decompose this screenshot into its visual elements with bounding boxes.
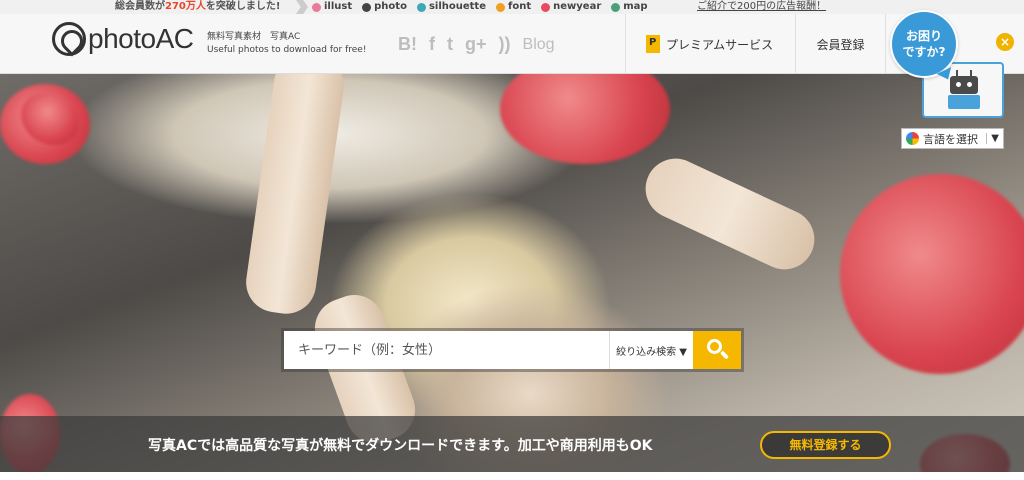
banner-message: 写真ACでは高品質な写真が無料でダウンロードできます。加工や商用利用もOK [148, 438, 653, 454]
help-text-line2: ですか? [902, 45, 946, 59]
petal-decoration [840, 174, 1024, 374]
search-icon-handle [719, 350, 730, 360]
site-link-font[interactable]: font [496, 0, 531, 14]
members-count: 270万人 [165, 1, 206, 12]
help-text-line1: お困り [905, 29, 942, 43]
site-label: photo [374, 1, 407, 12]
language-selector[interactable]: 言語を選択 ▼ [901, 128, 1004, 149]
sister-sites-nav: illust photo silhouette font newyear map [312, 0, 648, 14]
hero-image: 絞り込み検索 ▼ [0, 74, 1024, 472]
language-label: 言語を選択 [923, 132, 978, 146]
tagline: 無料写真素材 写真AC Useful photos to download fo… [207, 31, 366, 57]
logo-text-ac: AC [155, 23, 194, 54]
member-count-text: 総会員数が270万人を突破しました! [115, 0, 280, 14]
members-prefix: 総会員数が [115, 1, 165, 12]
map-icon [611, 2, 621, 12]
photo-icon [362, 2, 372, 12]
hero-arm-shape [635, 148, 825, 280]
tagline-jp: 無料写真素材 写真AC [207, 32, 301, 42]
member-register-link[interactable]: 会員登録 [795, 14, 885, 74]
referral-ad-link[interactable]: ご紹介で200円の広告報酬！ [697, 0, 826, 14]
site-label: font [508, 1, 532, 12]
robot-body [948, 95, 980, 109]
search-bar: 絞り込み検索 ▼ [284, 331, 741, 369]
members-suffix: を突破しました! [205, 1, 281, 12]
google-icon [906, 132, 919, 145]
site-label: newyear [553, 1, 602, 12]
robot-eye [967, 82, 972, 87]
font-icon [496, 2, 505, 12]
robot-eye [956, 82, 961, 87]
petal-decoration [500, 74, 670, 164]
keyword-search-input[interactable] [284, 331, 610, 369]
premium-label: プレミアムサービス [666, 37, 774, 52]
site-link-map[interactable]: map [611, 0, 648, 14]
logo-mark-icon [52, 22, 86, 56]
site-header: photoAC 無料写真素材 写真AC Useful photos to dow… [0, 14, 1024, 74]
dropdown-arrow-icon: ▼ [986, 133, 1003, 144]
chevron-right-icon [296, 0, 308, 14]
help-chat-bubble[interactable]: お困り ですか? [890, 10, 958, 78]
hatena-bookmark-icon[interactable]: B! [398, 34, 417, 55]
logo-text-photo: photo [88, 23, 156, 54]
top-announcement-bar: 総会員数が270万人を突破しました! illust photo silhouet… [0, 0, 1024, 14]
filter-search-dropdown[interactable]: 絞り込み検索 ▼ [609, 331, 693, 369]
silhouette-icon [416, 2, 426, 12]
site-link-photo[interactable]: photo [362, 0, 407, 14]
site-label: illust [324, 1, 353, 12]
search-box-frame: 絞り込み検索 ▼ [281, 328, 744, 372]
facebook-icon[interactable]: f [429, 34, 435, 55]
illust-icon [312, 2, 321, 12]
search-button[interactable] [693, 331, 741, 369]
site-link-illust[interactable]: illust [312, 0, 352, 14]
free-register-button[interactable]: 無料登録する [760, 431, 891, 459]
signup-banner: 写真ACでは高品質な写真が無料でダウンロードできます。加工や商用利用もOK 無料… [0, 416, 1024, 472]
blog-link[interactable]: Blog [523, 36, 555, 54]
newyear-icon [541, 2, 551, 12]
member-label: 会員登録 [816, 37, 865, 52]
twitter-icon[interactable]: t [447, 34, 453, 55]
site-label: silhouette [428, 1, 486, 12]
robot-head [950, 76, 978, 94]
site-link-newyear[interactable]: newyear [541, 0, 601, 14]
google-plus-icon[interactable]: g+ [465, 34, 487, 55]
premium-badge-icon [646, 35, 660, 53]
logo[interactable]: photoAC [52, 22, 194, 56]
close-help-button[interactable]: × [996, 33, 1014, 51]
site-link-silhouette[interactable]: silhouette [416, 0, 486, 14]
hero-arm-shape [242, 74, 348, 318]
tagline-en: Useful photos to download for free! [207, 45, 367, 55]
logo-text: photoAC [88, 23, 194, 55]
premium-service-link[interactable]: プレミアムサービス [625, 14, 795, 74]
site-label: map [623, 1, 648, 12]
page-bottom-strip [0, 472, 1024, 480]
social-links: B! f t g+ )) Blog [398, 34, 555, 55]
rss-icon[interactable]: )) [499, 34, 511, 55]
